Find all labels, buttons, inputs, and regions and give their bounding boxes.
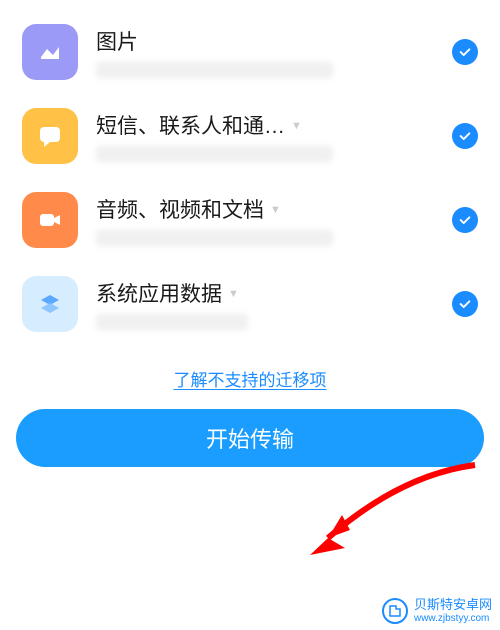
layers-icon: [22, 276, 78, 332]
item-title: 短信、联系人和通…: [96, 110, 285, 140]
item-subtitle-blur: [96, 314, 248, 330]
item-title: 音频、视频和文档: [96, 194, 264, 224]
chevron-down-icon: ▼: [228, 288, 239, 300]
item-title: 图片: [96, 26, 138, 56]
item-content: 短信、联系人和通… ▼: [96, 110, 434, 162]
list-item-sms-contacts[interactable]: 短信、联系人和通… ▼: [0, 94, 500, 178]
item-content: 系统应用数据 ▼: [96, 278, 434, 330]
watermark: 贝斯特安卓网 www.zjbstyy.com: [382, 598, 492, 624]
watermark-logo-icon: [382, 598, 408, 624]
unsupported-migration-link[interactable]: 了解不支持的迁移项: [174, 371, 327, 390]
watermark-url: www.zjbstyy.com: [414, 613, 492, 624]
image-icon: [22, 24, 78, 80]
list-item-images[interactable]: 图片: [0, 10, 500, 94]
check-icon[interactable]: [452, 207, 478, 233]
unsupported-migration-link-row: 了解不支持的迁移项: [0, 356, 500, 409]
item-subtitle-blur: [96, 146, 333, 162]
item-content: 图片: [96, 26, 434, 78]
item-content: 音频、视频和文档 ▼: [96, 194, 434, 246]
start-transfer-label: 开始传输: [206, 422, 294, 454]
item-title: 系统应用数据: [96, 278, 222, 308]
check-icon[interactable]: [452, 123, 478, 149]
message-icon: [22, 108, 78, 164]
item-subtitle-blur: [96, 230, 333, 246]
start-transfer-button[interactable]: 开始传输: [16, 409, 484, 467]
video-icon: [22, 192, 78, 248]
watermark-title: 贝斯特安卓网: [414, 598, 492, 612]
arrow-annotation-icon: [300, 460, 480, 570]
check-icon[interactable]: [452, 291, 478, 317]
category-list: 图片 短信、联系人和通… ▼: [0, 0, 500, 356]
check-icon[interactable]: [452, 39, 478, 65]
item-subtitle-blur: [96, 62, 333, 78]
chevron-down-icon: ▼: [291, 120, 302, 132]
list-item-system-app-data[interactable]: 系统应用数据 ▼: [0, 262, 500, 346]
chevron-down-icon: ▼: [270, 204, 281, 216]
list-item-audio-video-docs[interactable]: 音频、视频和文档 ▼: [0, 178, 500, 262]
